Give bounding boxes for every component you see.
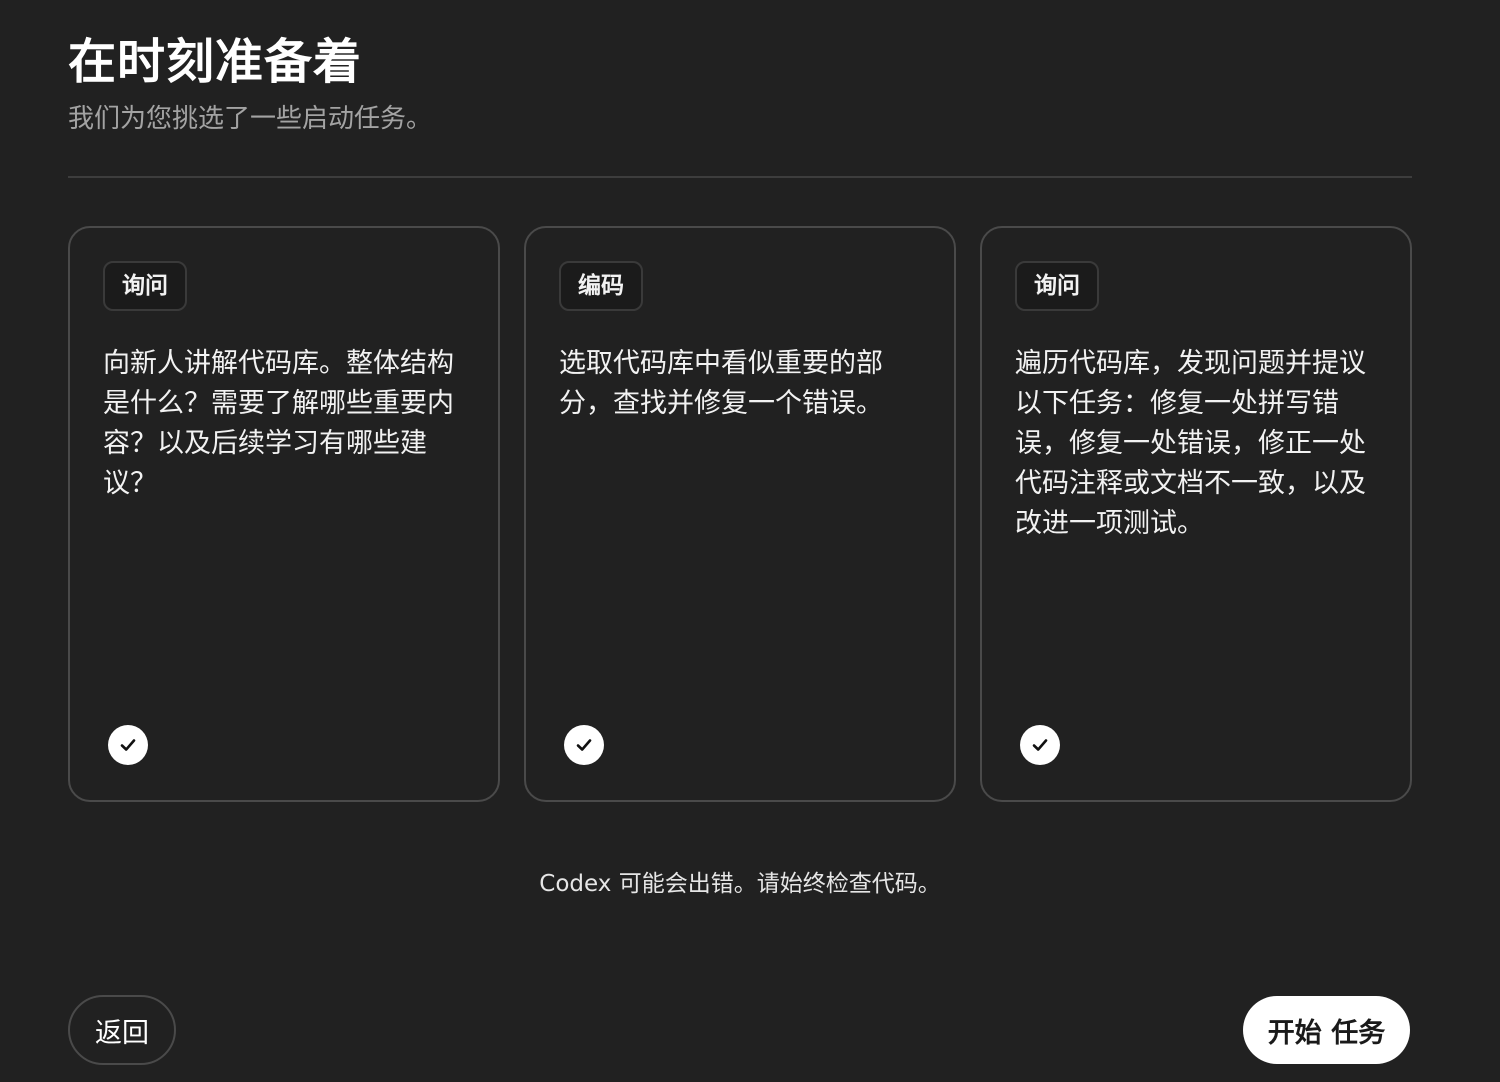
task-card-explain-codebase[interactable]: 询问 向新人讲解代码库。整体结构是什么？需要了解哪些重要内容？以及后续学习有哪些… — [68, 226, 500, 802]
disclaimer-text: Codex 可能会出错。请始终检查代码。 — [539, 871, 941, 897]
task-tag: 询问 — [1015, 261, 1099, 311]
check-circle-icon[interactable] — [1020, 725, 1060, 765]
task-card-fix-bug[interactable]: 编码 选取代码库中看似重要的部分，查找并修复一个错误。 — [524, 226, 956, 802]
task-cards: 询问 向新人讲解代码库。整体结构是什么？需要了解哪些重要内容？以及后续学习有哪些… — [68, 226, 1412, 802]
task-tag: 询问 — [103, 261, 187, 311]
task-tag: 编码 — [559, 261, 643, 311]
check-circle-icon[interactable] — [564, 725, 604, 765]
divider — [68, 176, 1412, 178]
task-description: 遍历代码库，发现问题并提议以下任务：修复一处拼写错误，修复一处错误，修正一处代码… — [1015, 348, 1366, 539]
page-subtitle: 我们为您挑选了一些启动任务。 — [68, 104, 433, 134]
check-circle-icon[interactable] — [108, 725, 148, 765]
back-button[interactable]: 返回 — [68, 995, 176, 1065]
page-title: 在时刻准备着 — [68, 34, 363, 90]
task-description: 向新人讲解代码库。整体结构是什么？需要了解哪些重要内容？以及后续学习有哪些建议？ — [103, 348, 454, 499]
onboarding-page: 在时刻准备着 我们为您挑选了一些启动任务。 询问 向新人讲解代码库。整体结构是什… — [0, 0, 1500, 1082]
start-tasks-button[interactable]: 开始 任务 — [1243, 996, 1410, 1064]
task-card-propose-tasks[interactable]: 询问 遍历代码库，发现问题并提议以下任务：修复一处拼写错误，修复一处错误，修正一… — [980, 226, 1412, 802]
task-description: 选取代码库中看似重要的部分，查找并修复一个错误。 — [559, 348, 883, 419]
